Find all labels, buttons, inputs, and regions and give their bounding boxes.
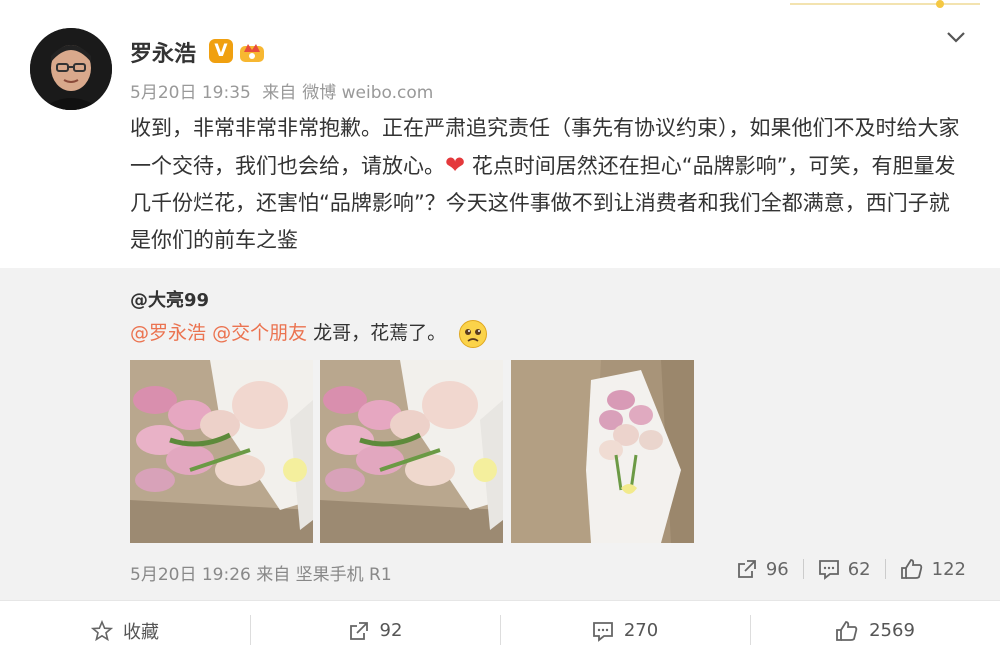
- verified-badge-icon: V: [209, 39, 233, 63]
- divider: [802, 559, 804, 579]
- comment-button[interactable]: 270: [500, 601, 750, 660]
- repost-text: @罗永浩 @交个朋友 龙哥，花蔫了。: [130, 318, 488, 349]
- repost-date[interactable]: 5月20日 19:26: [130, 565, 251, 585]
- share-button[interactable]: 92: [250, 601, 500, 660]
- post-date[interactable]: 5月20日 19:35: [130, 83, 251, 103]
- avatar[interactable]: [30, 28, 112, 110]
- star-icon: [91, 619, 113, 641]
- comment-count: 62: [847, 558, 871, 580]
- share-count: 92: [379, 620, 403, 641]
- divider: [884, 559, 886, 579]
- repost-meta: 5月20日 19:26 来自 坚果手机 R1: [130, 560, 392, 585]
- repost-source: 坚果手机 R1: [295, 565, 392, 585]
- like-count: 2569: [869, 620, 915, 641]
- comment-icon: [592, 621, 613, 642]
- flower-photo-1[interactable]: [130, 360, 313, 543]
- chevron-down-icon[interactable]: [946, 30, 966, 44]
- flower-photo-2[interactable]: [320, 360, 503, 543]
- top-decoration: [790, 0, 980, 8]
- like-count: 122: [931, 558, 966, 580]
- user-name[interactable]: 罗永浩: [130, 36, 196, 68]
- repost-message: 龙哥，花蔫了。: [313, 322, 447, 344]
- source-prefix: 来自: [256, 565, 291, 585]
- share-icon: [349, 621, 368, 640]
- mention-link[interactable]: @罗永浩: [130, 322, 206, 344]
- crown-badge-icon: [240, 44, 264, 62]
- mention-link[interactable]: @交个朋友: [212, 322, 307, 344]
- weibo-post: 罗永浩 V 5月20日 19:35 来自 微博 weibo.com 收到，非常非常…: [0, 0, 1000, 600]
- thumbs-up-icon: [900, 559, 922, 579]
- sad-face-emoji-icon: [459, 319, 488, 348]
- share-icon: [737, 560, 756, 578]
- repost-block[interactable]: @大亮99 @罗永浩 @交个朋友 龙哥，花蔫了。 5月20日 19:26 来自 …: [0, 268, 1000, 600]
- repost-share-button[interactable]: 96: [736, 558, 789, 580]
- repost-actions: 96 62 122: [736, 558, 966, 580]
- source-prefix: 来自: [262, 83, 297, 103]
- favorite-label: 收藏: [123, 621, 159, 643]
- repost-user[interactable]: @大亮99: [130, 286, 209, 312]
- post-source: 微博 weibo.com: [302, 83, 434, 103]
- flower-photo-3[interactable]: [511, 360, 694, 543]
- share-count: 96: [765, 558, 789, 580]
- repost-comment-button[interactable]: 62: [818, 558, 871, 580]
- comment-count: 270: [623, 620, 659, 641]
- post-action-bar: 收藏 92 270 2569: [0, 600, 1000, 660]
- like-button[interactable]: 2569: [750, 601, 1000, 660]
- post-text: 收到，非常非常非常抱歉。正在严肃追究责任（事先有协议约束），如果他们不及时给大家…: [130, 110, 960, 259]
- thumbs-up-icon: [836, 620, 858, 641]
- repost-like-button[interactable]: 122: [900, 558, 966, 580]
- favorite-button[interactable]: 收藏: [0, 601, 250, 660]
- heart-icon: ❤: [445, 151, 466, 179]
- comment-icon: [818, 560, 839, 580]
- post-meta: 5月20日 19:35 来自 微博 weibo.com: [130, 78, 439, 103]
